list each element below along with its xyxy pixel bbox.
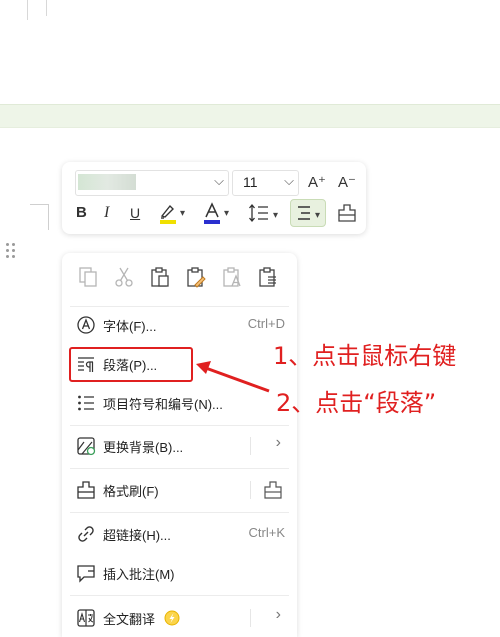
comment-icon	[77, 565, 95, 583]
annotation-step1: 1、点击鼠标右键	[273, 342, 457, 370]
decrease-font-size-button[interactable]: A⁻	[338, 173, 356, 193]
chevron-down-icon: ⌵	[214, 173, 224, 188]
chevron-right-icon[interactable]: ›	[276, 434, 281, 452]
chevron-down-icon: ▾	[180, 208, 186, 219]
chevron-right-icon[interactable]: ›	[276, 606, 281, 624]
menu-item-format-painter[interactable]: 格式刷(F)	[62, 475, 297, 505]
menu-item-translate[interactable]: 全文翻译 ›	[62, 603, 297, 633]
menu-item-separator	[250, 609, 251, 627]
format-painter-icon	[338, 204, 356, 222]
menu-item-hyperlink[interactable]: 超链接(H)... Ctrl+K	[62, 519, 297, 549]
align-center-icon	[298, 206, 310, 220]
menu-item-label: 格式刷(F)	[103, 484, 159, 499]
menu-item-font[interactable]: 字体(F)... Ctrl+D	[62, 310, 297, 340]
annotation-arrow-icon	[196, 361, 270, 393]
margin-mark	[46, 0, 47, 16]
background-icon	[77, 437, 96, 456]
font-name-value	[78, 174, 136, 190]
margin-corner-mark	[30, 204, 48, 205]
menu-item-separator	[250, 481, 251, 499]
bold-button[interactable]: B	[76, 203, 87, 223]
highlight-box-paragraph	[69, 347, 193, 382]
menu-item-label: 字体(F)...	[103, 319, 157, 334]
format-painter-icon	[77, 481, 95, 499]
page-gap-band	[0, 104, 500, 128]
copy-icon[interactable]	[77, 266, 99, 288]
menu-item-label: 全文翻译	[103, 612, 156, 627]
chevron-down-icon: ▾	[273, 210, 279, 221]
paste-merge-format-icon[interactable]	[185, 266, 207, 288]
menu-item-insert-comment[interactable]: 插入批注(M)	[62, 558, 297, 588]
mini-toolbar: ⌵ 11 ⌵ A⁺ A⁻ B I U ▾ ▾ ▾ ▾	[62, 162, 366, 234]
document-top-area	[0, 0, 500, 104]
format-painter-pin-icon[interactable]	[263, 480, 283, 500]
menu-item-label: 插入批注(M)	[103, 567, 175, 582]
underline-button[interactable]: U	[130, 203, 140, 223]
chevron-down-icon: ⌵	[284, 173, 294, 188]
bulleted-list-icon	[78, 395, 94, 411]
premium-coin-icon	[164, 610, 180, 626]
highlight-color-swatch	[160, 220, 176, 224]
align-button[interactable]: ▾	[290, 199, 326, 227]
chevron-down-icon: ▾	[224, 208, 230, 219]
font-name-select[interactable]: ⌵	[75, 170, 229, 196]
margin-corner-mark	[48, 204, 49, 230]
drag-handle-icon[interactable]	[6, 243, 18, 259]
paste-options-row	[62, 253, 297, 303]
font-color-swatch	[204, 220, 220, 224]
menu-divider	[70, 595, 289, 596]
margin-mark	[27, 0, 28, 20]
line-spacing-icon	[249, 203, 268, 223]
menu-item-label: 超链接(H)...	[103, 528, 171, 543]
cut-icon[interactable]	[113, 266, 135, 288]
shortcut-label: Ctrl+D	[247, 316, 285, 331]
menu-divider	[70, 425, 289, 426]
increase-font-size-button[interactable]: A⁺	[308, 173, 326, 193]
menu-item-change-background[interactable]: 更换背景(B)... ›	[62, 431, 297, 461]
font-icon	[77, 316, 95, 334]
context-menu: 字体(F)... Ctrl+D 段落(P)... 项目符号和编号(N)... 更…	[62, 253, 297, 637]
translate-icon	[77, 609, 95, 627]
link-icon	[78, 526, 94, 542]
menu-divider	[70, 468, 289, 469]
menu-item-separator	[250, 437, 251, 455]
highlighter-icon	[160, 204, 174, 219]
shortcut-label: Ctrl+K	[248, 525, 285, 540]
italic-button[interactable]: I	[104, 203, 109, 223]
menu-item-label: 更换背景(B)...	[103, 440, 184, 455]
menu-item-label: 项目符号和编号(N)...	[103, 397, 223, 412]
paste-keep-format-icon[interactable]	[149, 266, 171, 288]
paste-special-icon[interactable]	[257, 266, 279, 288]
chevron-down-icon: ▾	[315, 210, 321, 221]
font-size-value: 11	[243, 174, 258, 190]
menu-divider	[70, 512, 289, 513]
annotation-step2: 2、点击“段落”	[276, 389, 437, 417]
paste-text-only-icon[interactable]	[221, 266, 243, 288]
font-size-select[interactable]: 11 ⌵	[232, 170, 299, 196]
menu-divider	[70, 306, 289, 307]
font-color-icon	[205, 202, 219, 218]
